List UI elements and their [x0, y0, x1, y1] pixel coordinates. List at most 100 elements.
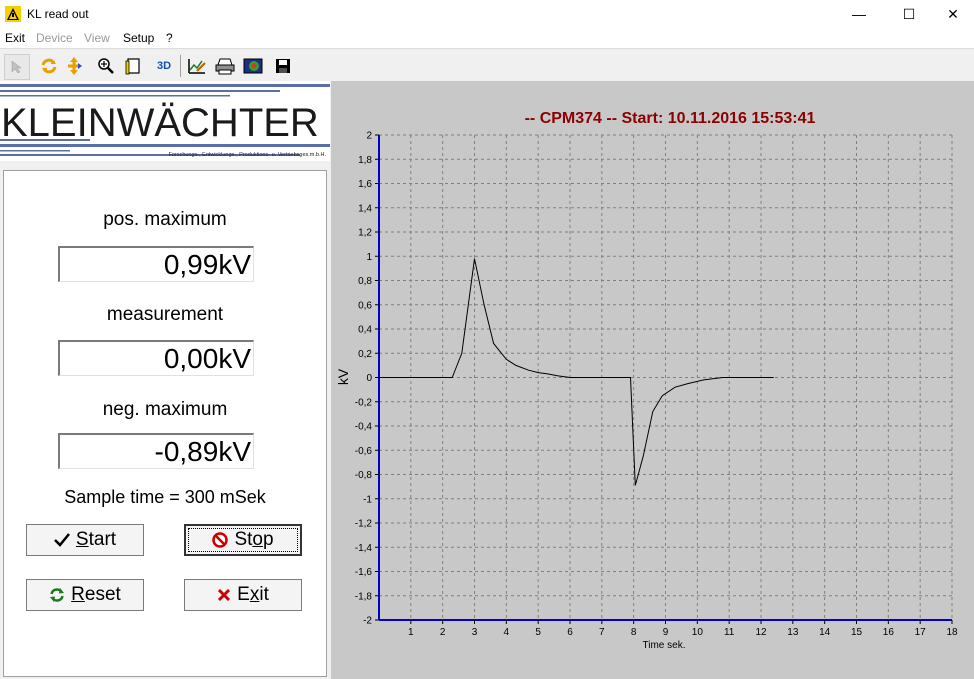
3d-icon: 3D	[156, 60, 172, 72]
stop-button-label: Stop	[234, 529, 274, 550]
zoom-icon	[98, 58, 114, 74]
menu-help[interactable]: ?	[166, 31, 173, 45]
y-tick-label: -0,6	[355, 446, 373, 457]
start-button[interactable]: Start	[26, 524, 144, 556]
menu-view[interactable]: View	[84, 31, 110, 45]
chart-title: -- CPM374 -- Start: 10.11.2016 15:53:41	[525, 110, 816, 127]
export-image-tool-button[interactable]	[242, 55, 264, 77]
pos-max-readout: 0,99kV	[58, 246, 254, 282]
sample-time-label: Sample time = 300 mSek	[64, 487, 266, 507]
menu-exit[interactable]: Exit	[5, 31, 25, 45]
export-image-icon	[243, 58, 263, 74]
y-tick-label: -0,4	[355, 422, 373, 433]
y-tick-label: 1	[366, 252, 372, 263]
x-tick-label: 12	[755, 627, 767, 638]
neg-max-label: neg. maximum	[102, 399, 228, 420]
start-button-label: Start	[75, 529, 117, 550]
chart-edit-tool-button[interactable]	[186, 55, 208, 77]
reset-button-label: Reset	[71, 584, 121, 605]
reset-button[interactable]: Reset	[26, 579, 144, 611]
neg-max-readout: -0,89kV	[58, 433, 254, 469]
y-tick-label: -1,6	[355, 567, 373, 578]
stop-button[interactable]: Stop	[184, 524, 302, 556]
window-title: KL read out	[27, 7, 89, 21]
measurement-panel: pos. maximum 0,99kV measurement 0,00kV n…	[3, 170, 327, 677]
y-tick-label: 2	[366, 131, 372, 142]
x-tick-label: 6	[567, 627, 573, 638]
x-tick-label: 14	[819, 627, 831, 638]
y-tick-label: 0,4	[358, 325, 372, 336]
exit-button-label: Exit	[237, 584, 269, 605]
refresh-tool-button[interactable]	[38, 55, 60, 77]
x-tick-label: 16	[883, 627, 895, 638]
y-tick-label: 1,4	[358, 203, 372, 214]
y-tick-label: -1,2	[355, 519, 373, 530]
x-axis-label: Time sek.	[643, 640, 686, 651]
menu-bar: Exit Device View Setup ?	[0, 28, 974, 48]
close-button[interactable]: ✕	[930, 0, 974, 28]
no-entry-icon	[212, 532, 229, 548]
page-tool-button[interactable]	[122, 55, 144, 77]
refresh-icon	[50, 588, 65, 602]
save-tool-button[interactable]	[272, 55, 294, 77]
x-tick-label: 13	[787, 627, 799, 638]
print-tool-button[interactable]	[214, 55, 236, 77]
move-tool-button[interactable]	[63, 55, 85, 77]
toolbar: 3D	[0, 48, 974, 80]
x-tick-label: 3	[472, 627, 478, 638]
zoom-tool-button[interactable]	[95, 55, 117, 77]
page-icon	[125, 58, 140, 75]
x-icon	[218, 588, 231, 602]
move-icon	[68, 57, 82, 75]
pointer-icon	[11, 60, 22, 74]
y-tick-label: 1,2	[358, 228, 372, 239]
x-tick-label: 15	[851, 627, 863, 638]
exit-button[interactable]: Exit	[184, 579, 302, 611]
y-axis-label: kV	[335, 368, 351, 385]
x-tick-label: 7	[599, 627, 605, 638]
menu-device[interactable]: Device	[36, 31, 73, 45]
maximize-button[interactable]: ☐	[886, 0, 932, 28]
chart-edit-icon	[188, 59, 206, 74]
y-tick-label: 0,2	[358, 349, 372, 360]
y-tick-label: -1	[363, 494, 372, 505]
y-tick-label: -1,8	[355, 591, 373, 602]
x-tick-label: 17	[915, 627, 927, 638]
y-tick-label: -0,8	[355, 470, 373, 481]
pos-max-label: pos. maximum	[103, 209, 227, 230]
3d-tool-button[interactable]: 3D	[153, 55, 175, 77]
x-tick-label: 4	[504, 627, 510, 638]
x-tick-label: 8	[631, 627, 637, 638]
title-bar: KL read out — ☐ ✕	[0, 0, 974, 28]
pointer-tool-button[interactable]	[4, 54, 30, 80]
y-tick-label: 0	[366, 373, 372, 384]
y-tick-label: -2	[363, 616, 372, 627]
logo-brand: KLEINWÄCHTER	[1, 101, 319, 145]
app-icon	[5, 6, 21, 22]
save-icon	[276, 59, 290, 73]
x-tick-label: 5	[535, 627, 541, 638]
minimize-button[interactable]: —	[836, 0, 882, 28]
x-tick-label: 10	[692, 627, 704, 638]
y-tick-label: 1,8	[358, 155, 372, 166]
y-tick-label: 1,6	[358, 179, 372, 190]
y-tick-label: -0,2	[355, 397, 373, 408]
voltage-chart: -- CPM374 -- Start: 10.11.2016 15:53:41 …	[335, 110, 958, 651]
y-tick-label: -1,4	[355, 543, 373, 554]
logo-tagline: Forschungs-, Entwicklungs-, Produktions-…	[169, 152, 327, 158]
x-tick-label: 18	[946, 627, 958, 638]
x-tick-label: 2	[440, 627, 446, 638]
y-tick-label: 0,8	[358, 276, 372, 287]
chart-panel: -- CPM374 -- Start: 10.11.2016 15:53:41 …	[331, 81, 974, 679]
print-icon	[215, 58, 235, 75]
menu-setup[interactable]: Setup	[123, 31, 154, 45]
refresh-icon	[41, 58, 57, 74]
measurement-readout: 0,00kV	[58, 340, 254, 376]
logo-graphic: KLEINWÄCHTER Forschungs-, Entwicklungs-,…	[0, 84, 330, 158]
toolbar-separator	[180, 55, 181, 77]
measurement-label: measurement	[106, 304, 224, 325]
x-tick-label: 11	[724, 627, 735, 638]
x-tick-label: 9	[663, 627, 669, 638]
y-tick-label: 0,6	[358, 300, 372, 311]
check-icon	[54, 533, 70, 547]
